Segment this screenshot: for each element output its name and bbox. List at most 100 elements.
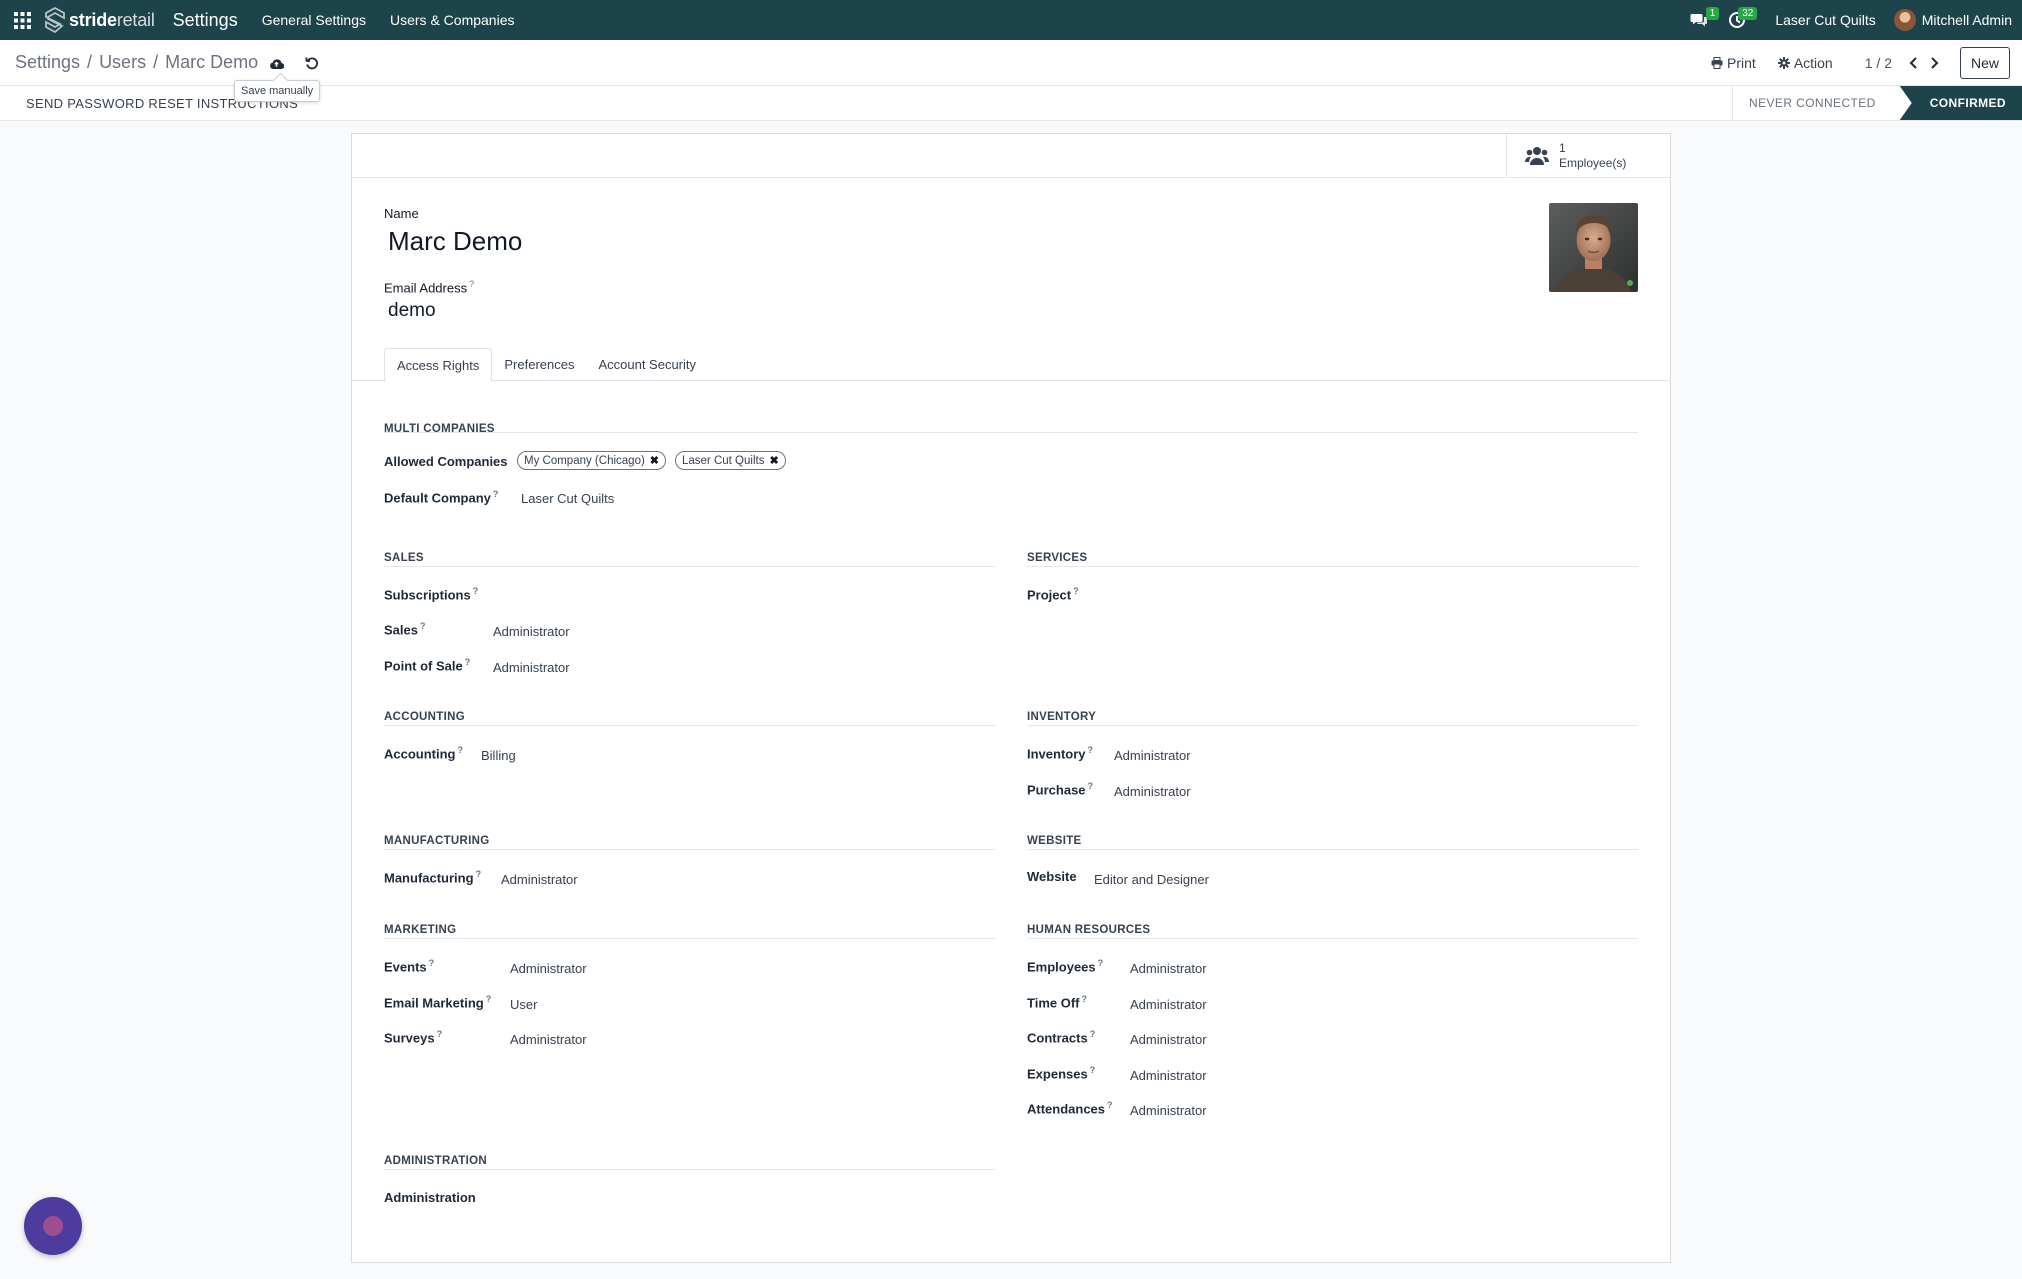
activities-badge: 32	[1738, 7, 1758, 20]
allowed-companies-label: Allowed Companies	[384, 454, 508, 469]
apps-menu-button[interactable]	[0, 0, 44, 40]
action-button[interactable]: Action	[1777, 55, 1833, 71]
new-record-button[interactable]: New	[1959, 47, 2010, 79]
brand-name-bold: stride	[69, 9, 117, 30]
employees-access-field[interactable]: Administrator	[1130, 961, 1207, 976]
group-title-sales: SALES	[384, 552, 424, 564]
remove-tag-icon[interactable]: ✖	[769, 454, 778, 467]
tab-account-security[interactable]: Account Security	[586, 348, 708, 381]
email-marketing-field[interactable]: User	[510, 997, 537, 1012]
print-label: Print	[1727, 55, 1756, 71]
group-title-multi-companies: MULTI COMPANIES	[384, 423, 495, 435]
discard-changes-button[interactable]	[302, 53, 322, 73]
accounting-label: Accounting?	[384, 745, 463, 762]
group-divider	[1027, 938, 1638, 939]
user-photo-image	[1549, 203, 1638, 292]
website-label: Website	[1027, 869, 1077, 884]
user-menu[interactable]: Mitchell Admin	[1922, 12, 2012, 28]
livechat-icon	[43, 1216, 63, 1236]
notebook-tabs: Access Rights Preferences Account Securi…	[384, 348, 708, 382]
email-field[interactable]: demo	[388, 300, 436, 322]
events-field[interactable]: Administrator	[510, 961, 587, 976]
project-label: Project?	[1027, 586, 1079, 603]
remove-tag-icon[interactable]: ✖	[650, 454, 659, 467]
pager-previous-button[interactable]	[1904, 57, 1924, 69]
allowed-company-tag[interactable]: My Company (Chicago) ✖	[517, 451, 667, 470]
expenses-field[interactable]: Administrator	[1130, 1068, 1207, 1083]
group-divider	[384, 938, 996, 939]
pager-next-button[interactable]	[1924, 57, 1944, 69]
surveys-field[interactable]: Administrator	[510, 1032, 587, 1047]
employees-count: 1	[1559, 141, 1566, 155]
breadcrumb: Settings / Users / Marc Demo	[15, 52, 258, 73]
allowed-company-tag[interactable]: Laser Cut Quilts ✖	[675, 451, 786, 470]
undo-icon	[305, 57, 318, 70]
print-button[interactable]: Print	[1711, 55, 1756, 71]
surveys-label: Surveys?	[384, 1029, 443, 1046]
livechat-button[interactable]	[24, 1197, 82, 1255]
attendances-field[interactable]: Administrator	[1130, 1103, 1207, 1118]
app-title[interactable]: Settings	[173, 10, 238, 31]
group-divider	[1027, 566, 1638, 567]
company-switcher[interactable]: Laser Cut Quilts	[1775, 12, 1875, 28]
breadcrumb-separator: /	[87, 52, 93, 72]
activities-button[interactable]: 32	[1721, 0, 1758, 40]
purchase-label: Purchase?	[1027, 781, 1094, 798]
administration-label: Administration	[384, 1190, 476, 1205]
expenses-label: Expenses?	[1027, 1065, 1096, 1082]
default-company-label: Default Company?	[384, 489, 499, 506]
save-manually-button[interactable]	[266, 53, 286, 73]
save-tooltip: Save manually	[234, 80, 321, 102]
group-divider	[384, 725, 996, 726]
time-off-field[interactable]: Administrator	[1130, 997, 1207, 1012]
menu-general-settings[interactable]: General Settings	[262, 12, 366, 28]
stage-confirmed[interactable]: CONFIRMED	[1899, 86, 2022, 120]
events-label: Events?	[384, 958, 435, 975]
group-title-administration: ADMINISTRATION	[384, 1155, 488, 1167]
breadcrumb-users[interactable]: Users	[99, 52, 146, 73]
pager-value[interactable]: 1 / 2	[1865, 55, 1892, 71]
point-of-sale-field[interactable]: Administrator	[493, 660, 570, 675]
time-off-label: Time Off?	[1027, 994, 1087, 1011]
accounting-field[interactable]: Billing	[481, 748, 516, 763]
contracts-field[interactable]: Administrator	[1130, 1032, 1207, 1047]
chevron-right-icon	[1931, 57, 1939, 69]
users-icon	[1525, 147, 1549, 165]
breadcrumb-settings[interactable]: Settings	[15, 52, 80, 73]
tab-access-rights[interactable]: Access Rights	[384, 348, 493, 382]
user-photo[interactable]	[1549, 203, 1638, 292]
user-avatar[interactable]	[1893, 9, 1916, 31]
group-title-human-resources: HUMAN RESOURCES	[1027, 924, 1151, 936]
stage-never-connected[interactable]: NEVER CONNECTED	[1732, 86, 1900, 120]
email-label: Email Address?	[384, 279, 475, 296]
group-title-marketing: MARKETING	[384, 924, 457, 936]
tab-preferences[interactable]: Preferences	[492, 348, 586, 381]
contracts-label: Contracts?	[1027, 1029, 1096, 1046]
status-stages: NEVER CONNECTED CONFIRMED	[1732, 86, 2022, 120]
breadcrumb-current: Marc Demo	[165, 52, 259, 72]
button-box: 1 Employee(s)	[352, 134, 1670, 178]
group-divider	[384, 566, 996, 567]
inventory-field[interactable]: Administrator	[1114, 748, 1191, 763]
sales-field[interactable]: Administrator	[493, 624, 570, 639]
group-title-services: SERVICES	[1027, 552, 1088, 564]
default-company-field[interactable]: Laser Cut Quilts	[521, 491, 614, 506]
name-label: Name	[384, 206, 419, 221]
manufacturing-label: Manufacturing?	[384, 869, 482, 886]
employees-access-label: Employees?	[1027, 958, 1104, 975]
employees-smart-button[interactable]: 1 Employee(s)	[1506, 134, 1670, 178]
manufacturing-field[interactable]: Administrator	[501, 872, 578, 887]
website-field[interactable]: Editor and Designer	[1094, 872, 1209, 887]
printer-icon	[1711, 57, 1723, 69]
cloud-upload-icon	[269, 58, 284, 69]
menu-users-companies[interactable]: Users & Companies	[390, 12, 515, 28]
purchase-field[interactable]: Administrator	[1114, 784, 1191, 799]
email-marketing-label: Email Marketing?	[384, 994, 492, 1011]
brand-name-light: retail	[116, 9, 155, 30]
messages-button[interactable]: 1	[1683, 0, 1720, 40]
breadcrumb-separator: /	[153, 52, 159, 72]
brand-logo[interactable]: stride retail	[44, 0, 155, 40]
name-field[interactable]: Marc Demo	[388, 226, 522, 257]
group-divider	[384, 432, 1638, 433]
group-divider	[384, 849, 996, 850]
